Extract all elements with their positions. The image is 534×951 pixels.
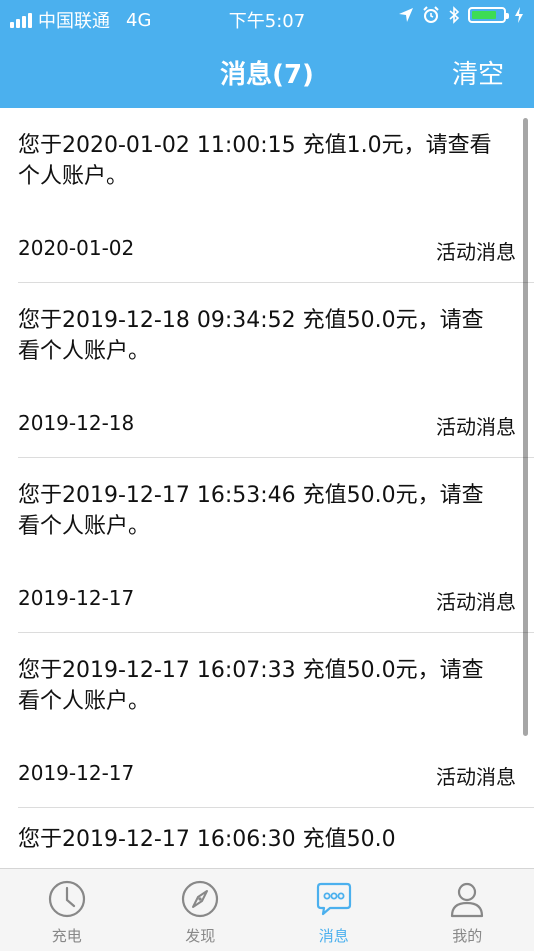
message-type: 活动消息: [436, 411, 516, 440]
person-icon: [447, 879, 487, 919]
compass-icon: [180, 879, 220, 919]
scrollbar[interactable]: [523, 118, 528, 736]
tab-label: 充电: [52, 925, 82, 946]
chat-bubble-icon: [314, 879, 354, 919]
status-right: [398, 6, 524, 24]
tab-bar: 充电 发现 消息 我的: [0, 868, 534, 951]
message-content: 您于2019-12-17 16:53:46 充值50.0元，请查看个人账户。: [18, 480, 496, 542]
clear-button[interactable]: 清空: [452, 54, 504, 91]
message-meta: 2020-01-02 活动消息: [18, 236, 516, 265]
message-item[interactable]: 您于2019-12-18 09:34:52 充值50.0元，请查看个人账户。 2…: [18, 283, 534, 458]
message-type: 活动消息: [436, 586, 516, 615]
alarm-icon: [422, 6, 440, 24]
message-meta: 2019-12-17 活动消息: [18, 586, 516, 615]
charging-icon: [514, 7, 524, 23]
message-content: 您于2019-12-17 16:06:30 充值50.0: [18, 824, 496, 855]
message-content: 您于2019-12-17 16:07:33 充值50.0元，请查看个人账户。: [18, 655, 496, 717]
status-bar: 中国联通 4G 下午5:07: [0, 0, 534, 36]
tab-messages[interactable]: 消息: [267, 869, 401, 951]
tab-label: 消息: [319, 925, 349, 946]
message-item[interactable]: 您于2019-12-17 16:07:33 充值50.0元，请查看个人账户。 2…: [18, 633, 534, 808]
bluetooth-icon: [448, 6, 460, 24]
tab-charging[interactable]: 充电: [0, 869, 134, 951]
message-date: 2019-12-17: [18, 586, 134, 615]
message-item[interactable]: 您于2019-12-17 16:53:46 充值50.0元，请查看个人账户。 2…: [18, 458, 534, 633]
clock-icon: [47, 879, 87, 919]
message-date: 2019-12-17: [18, 761, 134, 790]
battery-icon: [468, 7, 506, 23]
message-content: 您于2019-12-18 09:34:52 充值50.0元，请查看个人账户。: [18, 305, 496, 367]
navigation-bar: 消息(7) 清空: [0, 36, 534, 108]
message-type: 活动消息: [436, 761, 516, 790]
location-arrow-icon: [398, 7, 414, 23]
message-meta: 2019-12-17 活动消息: [18, 761, 516, 790]
tab-discover[interactable]: 发现: [134, 869, 268, 951]
tab-label: 我的: [452, 925, 482, 946]
message-date: 2020-01-02: [18, 236, 134, 265]
message-content: 您于2020-01-02 11:00:15 充值1.0元，请查看个人账户。: [18, 130, 496, 192]
tab-profile[interactable]: 我的: [401, 869, 534, 951]
message-date: 2019-12-18: [18, 411, 134, 440]
message-meta: 2019-12-18 活动消息: [18, 411, 516, 440]
message-type: 活动消息: [436, 236, 516, 265]
message-item[interactable]: 您于2019-12-17 16:06:30 充值50.0: [18, 808, 534, 868]
message-item[interactable]: 您于2020-01-02 11:00:15 充值1.0元，请查看个人账户。 20…: [18, 108, 534, 283]
message-list[interactable]: 您于2020-01-02 11:00:15 充值1.0元，请查看个人账户。 20…: [0, 108, 534, 868]
tab-label: 发现: [185, 925, 215, 946]
